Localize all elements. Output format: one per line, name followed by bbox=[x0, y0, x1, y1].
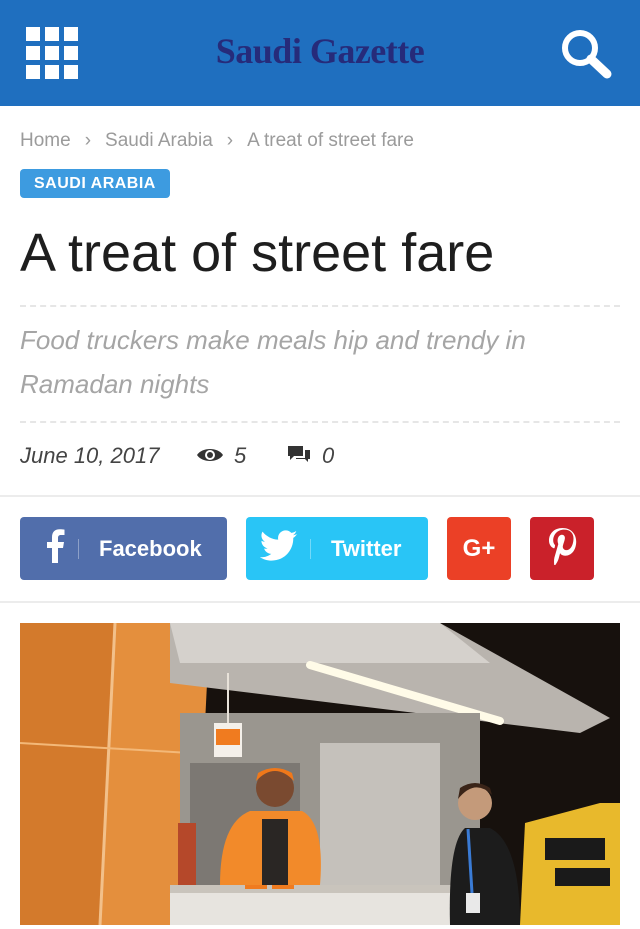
site-logo[interactable]: Saudi Gazette bbox=[0, 30, 640, 72]
divider bbox=[0, 601, 640, 603]
breadcrumb-current: A treat of street fare bbox=[247, 130, 414, 151]
share-pinterest-button[interactable] bbox=[530, 517, 594, 580]
article-title: A treat of street fare bbox=[20, 223, 495, 283]
twitter-label: Twitter bbox=[331, 535, 402, 561]
top-bar: Saudi Gazette bbox=[0, 0, 640, 106]
twitter-icon bbox=[259, 530, 298, 567]
share-twitter-button[interactable]: Twitter bbox=[246, 517, 428, 580]
breadcrumb-category[interactable]: Saudi Arabia bbox=[105, 130, 213, 151]
food-truck-photo bbox=[20, 623, 620, 925]
facebook-label: Facebook bbox=[99, 535, 202, 561]
breadcrumb-separator-icon: › bbox=[226, 130, 234, 151]
view-count: 5 bbox=[196, 443, 246, 470]
comments-icon bbox=[286, 444, 312, 470]
divider bbox=[20, 421, 620, 423]
facebook-icon bbox=[44, 529, 66, 568]
breadcrumb-separator-icon: › bbox=[84, 130, 92, 151]
share-facebook-button[interactable]: Facebook bbox=[20, 517, 227, 580]
share-separator bbox=[310, 538, 311, 559]
pinterest-icon bbox=[547, 527, 577, 570]
breadcrumb: Home › Saudi Arabia › A treat of street fare bbox=[20, 130, 414, 152]
comment-count-value: 0 bbox=[322, 443, 335, 468]
divider bbox=[0, 495, 640, 497]
eye-icon bbox=[196, 444, 224, 470]
comment-count[interactable]: 0 bbox=[286, 443, 334, 470]
share-separator bbox=[78, 538, 79, 559]
article-date: June 10, 2017 bbox=[20, 443, 160, 468]
view-count-value: 5 bbox=[234, 443, 247, 468]
share-googleplus-button[interactable]: G+ bbox=[447, 517, 511, 580]
search-icon[interactable] bbox=[556, 26, 616, 82]
divider bbox=[20, 305, 620, 307]
category-badge[interactable]: SAUDI ARABIA bbox=[20, 169, 170, 198]
breadcrumb-home[interactable]: Home bbox=[20, 130, 71, 151]
article-subtitle: Food truckers make meals hip and trendy … bbox=[20, 325, 526, 399]
googleplus-icon: G+ bbox=[462, 534, 496, 562]
